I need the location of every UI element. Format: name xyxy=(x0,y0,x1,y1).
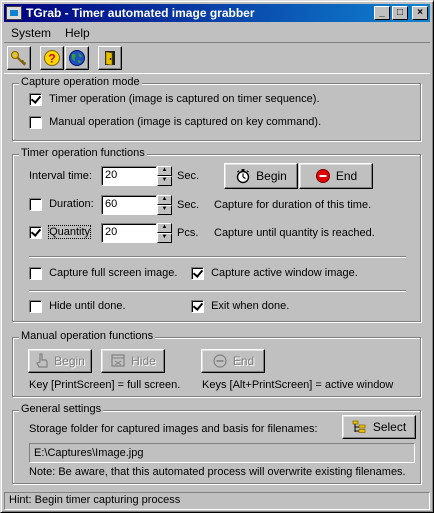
manual-functions-group: Manual operation functions Begin Hide En… xyxy=(12,330,421,397)
separator xyxy=(29,290,406,292)
duration-unit: Sec. xyxy=(177,199,200,211)
general-settings-group: General settings Storage folder for capt… xyxy=(12,403,421,484)
hide-until-done-check[interactable] xyxy=(29,300,42,313)
quantity-input[interactable]: 20 xyxy=(101,223,157,243)
full-screen-checkbox[interactable]: Capture full screen image. xyxy=(29,267,177,280)
quantity-spinner[interactable]: ▲ ▼ xyxy=(157,223,172,243)
title-bar[interactable]: TGrab - Timer automated image grabber _ … xyxy=(4,4,430,22)
key-icon xyxy=(11,51,27,66)
key-active-window-info: Keys [Alt+PrintScreen] = active window xyxy=(202,379,394,391)
duration-hint: Capture for duration of this time. xyxy=(214,199,372,211)
toolbar: ? xyxy=(4,42,430,74)
manual-operation-checkbox[interactable]: Manual operation (image is captured on k… xyxy=(29,116,321,129)
timer-functions-group: Timer operation functions Interval time:… xyxy=(12,147,421,322)
duration-spinner[interactable]: ▲ ▼ xyxy=(157,195,172,215)
menu-bar: System Help xyxy=(4,24,430,42)
help-button[interactable]: ? xyxy=(40,46,64,70)
hide-until-done-checkbox[interactable]: Hide until done. xyxy=(29,300,126,313)
manual-hide-label: Hide xyxy=(131,354,156,368)
timer-operation-label: Timer operation (image is captured on ti… xyxy=(49,93,320,106)
folder-tree-icon xyxy=(352,420,366,433)
active-window-label: Capture active window image. xyxy=(211,267,358,280)
spin-up-icon[interactable]: ▲ xyxy=(157,223,172,233)
manual-operation-label: Manual operation (image is captured on k… xyxy=(49,116,322,129)
active-window-checkbox[interactable]: Capture active window image. xyxy=(191,267,358,280)
overwrite-note: Note: Be aware, that this automated proc… xyxy=(29,466,406,478)
manual-begin-button[interactable]: Begin xyxy=(28,349,92,373)
spin-down-icon[interactable]: ▼ xyxy=(157,176,172,186)
duration-check[interactable] xyxy=(29,198,42,211)
spin-up-icon[interactable]: ▲ xyxy=(157,166,172,176)
minimize-button[interactable]: _ xyxy=(374,6,390,20)
timer-begin-button[interactable]: Begin xyxy=(224,163,298,189)
spin-down-icon[interactable]: ▼ xyxy=(157,205,172,215)
maximize-button[interactable]: □ xyxy=(392,6,408,20)
close-button[interactable]: × xyxy=(412,6,428,20)
web-button[interactable] xyxy=(65,46,89,70)
manual-end-label: End xyxy=(232,354,255,368)
timer-end-button[interactable]: End xyxy=(299,163,373,189)
exit-when-done-check[interactable] xyxy=(191,300,204,313)
interval-input[interactable]: 20 xyxy=(101,166,157,186)
spin-up-icon[interactable]: ▲ xyxy=(157,195,172,205)
app-icon xyxy=(6,6,22,20)
timer-operation-check[interactable] xyxy=(29,93,42,106)
key-full-screen-info: Key [PrintScreen] = full screen. xyxy=(29,379,181,391)
exit-when-done-checkbox[interactable]: Exit when done. xyxy=(191,300,289,313)
full-screen-label: Capture full screen image. xyxy=(49,267,178,280)
window-title: TGrab - Timer automated image grabber xyxy=(26,6,255,20)
menu-system[interactable]: System xyxy=(4,26,58,40)
spin-down-icon[interactable]: ▼ xyxy=(157,233,172,243)
exit-button[interactable] xyxy=(98,46,122,70)
stop-icon xyxy=(213,354,227,368)
quantity-unit: Pcs. xyxy=(177,227,199,239)
globe-icon xyxy=(69,50,85,66)
quantity-checkbox[interactable]: Quantity xyxy=(29,225,92,240)
timer-operation-checkbox[interactable]: Timer operation (image is captured on ti… xyxy=(29,93,320,106)
full-screen-check[interactable] xyxy=(29,267,42,280)
exit-door-icon xyxy=(105,51,115,66)
active-window-check[interactable] xyxy=(191,267,204,280)
storage-path-field[interactable]: E:\Captures\Image.jpg xyxy=(29,443,415,463)
manual-functions-legend: Manual operation functions xyxy=(19,330,156,342)
status-bar: Hint: Begin timer capturing process xyxy=(4,492,430,510)
duration-input[interactable]: 60 xyxy=(101,195,157,215)
quantity-check[interactable] xyxy=(29,226,42,239)
exit-when-done-label: Exit when done. xyxy=(211,300,290,313)
hand-pointer-icon xyxy=(36,353,48,368)
interval-spinner[interactable]: ▲ ▼ xyxy=(157,166,172,186)
general-settings-legend: General settings xyxy=(19,403,104,415)
interval-unit: Sec. xyxy=(177,170,200,182)
hide-window-icon xyxy=(111,354,125,367)
timer-end-label: End xyxy=(335,169,358,183)
quantity-hint: Capture until quantity is reached. xyxy=(214,227,375,239)
key-button[interactable] xyxy=(7,46,31,70)
manual-hide-button[interactable]: Hide xyxy=(101,349,165,373)
quantity-label: Quantity xyxy=(48,225,92,240)
capture-mode-legend: Capture operation mode xyxy=(19,76,142,88)
manual-operation-check[interactable] xyxy=(29,116,42,129)
main-window: TGrab - Timer automated image grabber _ … xyxy=(0,0,434,513)
stopwatch-icon xyxy=(236,169,250,184)
manual-begin-label: Begin xyxy=(54,354,85,368)
separator xyxy=(29,256,406,258)
hide-until-done-label: Hide until done. xyxy=(49,300,126,313)
help-question-icon: ? xyxy=(44,50,60,66)
capture-mode-group: Capture operation mode Timer operation (… xyxy=(12,76,421,141)
svg-text:?: ? xyxy=(48,52,55,66)
duration-label: Duration: xyxy=(49,198,94,211)
interval-label: Interval time: xyxy=(29,170,92,182)
menu-help[interactable]: Help xyxy=(58,26,97,40)
manual-end-button[interactable]: End xyxy=(201,349,265,373)
select-folder-button[interactable]: Select xyxy=(342,415,416,439)
timer-functions-legend: Timer operation functions xyxy=(19,147,147,159)
stop-icon xyxy=(315,169,330,183)
timer-begin-label: Begin xyxy=(256,169,287,183)
select-folder-label: Select xyxy=(372,420,407,434)
storage-folder-label: Storage folder for captured images and b… xyxy=(29,423,318,435)
duration-checkbox[interactable]: Duration: xyxy=(29,198,94,211)
